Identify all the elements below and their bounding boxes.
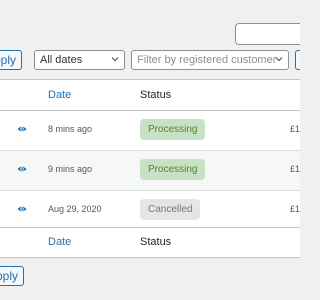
- orders-table: Date Status 8 mins ago Processing £1 9 m…: [0, 79, 300, 258]
- date-column-footer[interactable]: Date: [48, 236, 71, 248]
- status-badge: Processing: [140, 119, 206, 140]
- status-badge: Cancelled: [140, 199, 201, 220]
- filter-button[interactable]: [295, 50, 300, 70]
- bulk-apply-button[interactable]: pply: [0, 50, 22, 70]
- table-row[interactable]: 8 mins ago Processing £1: [0, 111, 300, 151]
- chevron-down-icon: [275, 57, 283, 62]
- order-total: £1: [290, 124, 300, 134]
- preview-eye-icon[interactable]: [17, 205, 27, 213]
- preview-eye-icon[interactable]: [17, 125, 27, 133]
- date-column-header[interactable]: Date: [48, 89, 71, 101]
- bulk-apply-button-bottom[interactable]: pply: [0, 266, 24, 286]
- customer-filter-placeholder: Filter by registered customer: [137, 54, 277, 66]
- status-badge: Processing: [140, 159, 206, 180]
- table-row[interactable]: 9 mins ago Processing £1: [0, 151, 300, 191]
- order-total: £1: [290, 204, 300, 214]
- table-row[interactable]: Aug 29, 2020 Cancelled £1: [0, 191, 300, 230]
- date-filter-value: All dates: [40, 54, 83, 66]
- status-column-footer: Status: [140, 236, 172, 248]
- table-header-row: Date Status: [0, 80, 300, 111]
- order-date: 9 mins ago: [48, 164, 93, 174]
- order-date: Aug 29, 2020: [48, 204, 102, 214]
- table-footer-row: Date Status: [0, 227, 300, 257]
- orders-page: pply All dates Filter by registered cust…: [0, 0, 300, 300]
- date-filter-select[interactable]: All dates: [34, 50, 125, 70]
- order-date: 8 mins ago: [48, 124, 93, 134]
- search-orders-input[interactable]: [235, 23, 300, 45]
- preview-eye-icon[interactable]: [17, 165, 27, 173]
- chevron-down-icon: [111, 57, 119, 62]
- customer-filter-select[interactable]: Filter by registered customer: [131, 50, 289, 70]
- status-column-header: Status: [140, 89, 172, 101]
- order-total: £1: [290, 164, 300, 174]
